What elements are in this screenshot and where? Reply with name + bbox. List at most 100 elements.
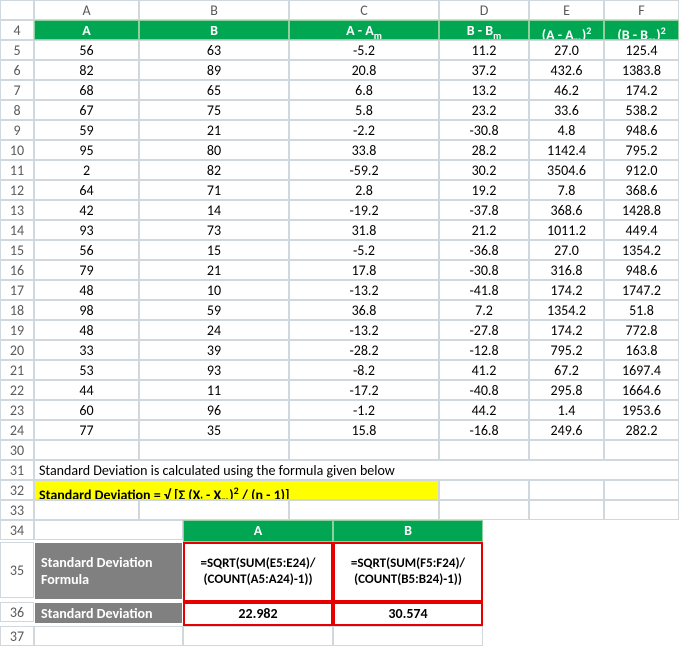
data-cell[interactable]: 10 xyxy=(139,280,289,300)
data-cell[interactable]: 948.6 xyxy=(604,120,679,140)
data-cell[interactable]: 795.2 xyxy=(529,340,604,360)
data-cell[interactable]: 23.2 xyxy=(439,100,529,120)
data-cell[interactable]: 368.6 xyxy=(604,180,679,200)
data-cell[interactable]: 3504.6 xyxy=(529,160,604,180)
data-cell[interactable]: 21.2 xyxy=(439,220,529,240)
col-header-F[interactable]: F xyxy=(604,0,679,20)
data-cell[interactable]: 295.8 xyxy=(529,380,604,400)
empty-cell[interactable] xyxy=(34,626,183,646)
data-cell[interactable]: 33.8 xyxy=(289,140,439,160)
row-header[interactable]: 16 xyxy=(0,260,34,280)
data-cell[interactable]: 60 xyxy=(34,400,139,420)
data-cell[interactable]: 44.2 xyxy=(439,400,529,420)
data-cell[interactable]: 21 xyxy=(139,120,289,140)
empty-cell[interactable] xyxy=(439,440,529,460)
data-cell[interactable]: 174.2 xyxy=(604,80,679,100)
data-cell[interactable]: 125.4 xyxy=(604,40,679,60)
data-cell[interactable]: 71 xyxy=(139,180,289,200)
data-cell[interactable]: 15 xyxy=(139,240,289,260)
data-cell[interactable]: -41.8 xyxy=(439,280,529,300)
data-cell[interactable]: 41.2 xyxy=(439,360,529,380)
empty-cell[interactable] xyxy=(529,480,604,500)
data-cell[interactable]: 6.8 xyxy=(289,80,439,100)
data-cell[interactable]: -5.2 xyxy=(289,240,439,260)
data-cell[interactable]: 17.8 xyxy=(289,260,439,280)
row-header[interactable]: 34 xyxy=(0,520,34,540)
data-cell[interactable]: 1428.8 xyxy=(604,200,679,220)
data-cell[interactable]: 56 xyxy=(34,40,139,60)
row-header[interactable]: 35 xyxy=(0,542,34,598)
empty-cell[interactable] xyxy=(289,500,439,520)
data-cell[interactable]: -5.2 xyxy=(289,40,439,60)
empty-cell[interactable] xyxy=(139,440,289,460)
data-cell[interactable]: -37.8 xyxy=(439,200,529,220)
data-cell[interactable]: 5.8 xyxy=(289,100,439,120)
data-cell[interactable]: 59 xyxy=(34,120,139,140)
empty-cell[interactable] xyxy=(439,500,529,520)
data-cell[interactable]: -16.8 xyxy=(439,420,529,440)
data-cell[interactable]: 59 xyxy=(139,300,289,320)
result-cell-A[interactable]: 22.982 xyxy=(183,602,333,626)
data-cell[interactable]: 368.6 xyxy=(529,200,604,220)
data-cell[interactable]: -13.2 xyxy=(289,320,439,340)
formula-cell-A[interactable]: =SQRT(SUM(E5:E24)/(COUNT(A5:A24)-1)) xyxy=(183,542,333,602)
row-header[interactable]: 31 xyxy=(0,460,34,480)
data-cell[interactable]: 48 xyxy=(34,320,139,340)
data-cell[interactable]: 48 xyxy=(34,280,139,300)
data-cell[interactable]: 174.2 xyxy=(529,280,604,300)
data-cell[interactable]: -59.2 xyxy=(289,160,439,180)
col-header-D[interactable]: D xyxy=(439,0,529,20)
data-cell[interactable]: 4.8 xyxy=(529,120,604,140)
data-cell[interactable]: 56 xyxy=(34,240,139,260)
formula-definition[interactable]: Standard Deviation = √ [Σ (Xi - Xm)2 / (… xyxy=(34,480,439,500)
data-cell[interactable]: -28.2 xyxy=(289,340,439,360)
empty-cell[interactable] xyxy=(34,500,139,520)
table-header-C[interactable]: A - Am xyxy=(289,20,439,40)
data-cell[interactable]: 28.2 xyxy=(439,140,529,160)
result-header-B[interactable]: B xyxy=(333,520,483,542)
empty-cell[interactable] xyxy=(139,500,289,520)
data-cell[interactable]: 1142.4 xyxy=(529,140,604,160)
data-cell[interactable]: 1383.8 xyxy=(604,60,679,80)
data-cell[interactable]: 7.8 xyxy=(529,180,604,200)
row-header[interactable]: 17 xyxy=(0,280,34,300)
data-cell[interactable]: 64 xyxy=(34,180,139,200)
row-header[interactable]: 36 xyxy=(0,602,34,622)
data-cell[interactable]: 42 xyxy=(34,200,139,220)
data-cell[interactable]: 1697.4 xyxy=(604,360,679,380)
data-cell[interactable]: 75 xyxy=(139,100,289,120)
formula-label[interactable]: Standard Deviation Formula xyxy=(34,542,183,600)
data-cell[interactable]: 68 xyxy=(34,80,139,100)
data-cell[interactable]: 67 xyxy=(34,100,139,120)
table-header-E[interactable]: (A - Am)2 xyxy=(529,20,604,40)
data-cell[interactable]: 93 xyxy=(34,220,139,240)
data-cell[interactable]: -2.2 xyxy=(289,120,439,140)
data-cell[interactable]: 24 xyxy=(139,320,289,340)
data-cell[interactable]: 14 xyxy=(139,200,289,220)
table-header-F[interactable]: (B - Bm)2 xyxy=(604,20,679,40)
data-cell[interactable]: -30.8 xyxy=(439,120,529,140)
data-cell[interactable]: 15.8 xyxy=(289,420,439,440)
col-header-B[interactable]: B xyxy=(139,0,289,20)
empty-cell[interactable] xyxy=(333,626,483,646)
row-header[interactable]: 8 xyxy=(0,100,34,120)
formula-cell-B[interactable]: =SQRT(SUM(F5:F24)/(COUNT(B5:B24)-1)) xyxy=(333,542,483,602)
table-header-B[interactable]: B xyxy=(139,20,289,40)
data-cell[interactable]: 1011.2 xyxy=(529,220,604,240)
data-cell[interactable]: 82 xyxy=(34,60,139,80)
row-header[interactable]: 7 xyxy=(0,80,34,100)
result-header-A[interactable]: A xyxy=(183,520,333,542)
col-header-A[interactable]: A xyxy=(34,0,139,20)
data-cell[interactable]: 63 xyxy=(139,40,289,60)
row-header[interactable]: 18 xyxy=(0,300,34,320)
data-cell[interactable]: 11.2 xyxy=(439,40,529,60)
data-cell[interactable]: 1664.6 xyxy=(604,380,679,400)
data-cell[interactable]: -30.8 xyxy=(439,260,529,280)
data-cell[interactable]: 1354.2 xyxy=(604,240,679,260)
data-cell[interactable]: 33.6 xyxy=(529,100,604,120)
table-header-D[interactable]: B - Bm xyxy=(439,20,529,40)
empty-cell[interactable] xyxy=(34,520,183,540)
row-header[interactable]: 24 xyxy=(0,420,34,440)
data-cell[interactable]: 95 xyxy=(34,140,139,160)
empty-cell[interactable] xyxy=(604,480,679,500)
